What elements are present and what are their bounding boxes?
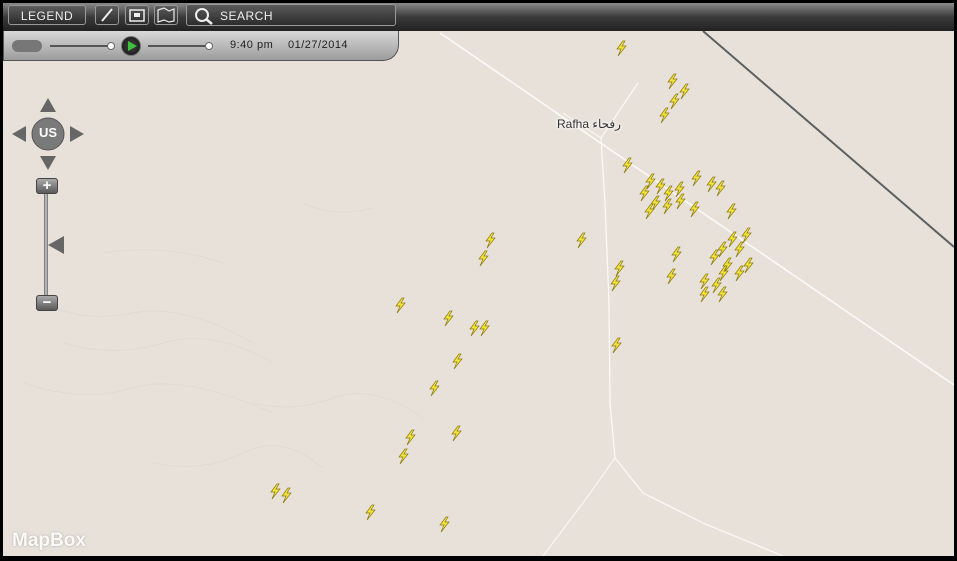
frame-tool-button[interactable] — [125, 5, 149, 25]
search-icon — [195, 8, 213, 25]
lightning-bolt-icon — [270, 483, 281, 500]
lightning-bolt-icon — [734, 265, 745, 282]
lightning-bolt-icon — [281, 487, 292, 504]
speed-slider-knob[interactable] — [107, 42, 115, 50]
lightning-bolt-icon — [671, 246, 682, 263]
play-icon — [128, 41, 137, 51]
lightning-bolt-icon — [452, 353, 463, 370]
zoom-slider-handle[interactable] — [48, 236, 64, 254]
pan-up-arrow[interactable] — [40, 98, 56, 112]
lightning-strikes-layer — [270, 40, 754, 533]
time-display: 9:40 pm — [230, 39, 274, 51]
lightning-bolt-icon — [691, 170, 702, 187]
time-slider-track[interactable] — [148, 45, 210, 47]
play-button[interactable] — [121, 36, 141, 56]
map-attribution: MapBox — [12, 530, 86, 551]
lightning-bolt-icon — [727, 231, 738, 248]
region-label[interactable]: US — [39, 125, 57, 140]
lightning-bolt-icon — [576, 232, 587, 249]
lightning-bolt-icon — [451, 425, 462, 442]
lightning-bolt-icon — [485, 232, 496, 249]
search-label: SEARCH — [220, 9, 274, 23]
pencil-icon — [101, 8, 113, 22]
lightning-bolt-icon — [479, 320, 490, 337]
map-canvas[interactable] — [3, 3, 954, 556]
legend-button[interactable]: LEGEND — [8, 5, 86, 25]
playback-toggle[interactable] — [12, 40, 42, 52]
lightning-bolt-icon — [659, 107, 670, 124]
lightning-bolt-icon — [669, 93, 680, 110]
pan-right-arrow[interactable] — [70, 126, 84, 142]
pencil-tool-button[interactable] — [95, 5, 119, 25]
lightning-bolt-icon — [699, 286, 710, 303]
lightning-bolt-icon — [439, 516, 450, 533]
time-slider-bar: 9:40 pm 01/27/2014 — [3, 31, 399, 61]
frame-icon — [129, 9, 145, 22]
lightning-bolt-icon — [611, 337, 622, 354]
local-road — [542, 457, 616, 556]
lightning-bolt-icon — [469, 320, 480, 337]
lightning-bolt-icon — [717, 286, 728, 303]
lightning-bolt-icon — [743, 257, 754, 274]
zoom-out-button[interactable]: − — [36, 295, 58, 311]
lightning-bolt-icon — [429, 380, 440, 397]
lightning-bolt-icon — [711, 277, 722, 294]
map-pin-icon — [157, 7, 175, 23]
lightning-bolt-icon — [709, 249, 720, 266]
search-button[interactable]: SEARCH — [186, 4, 396, 26]
border-line — [702, 30, 954, 248]
lightning-bolt-icon — [405, 429, 416, 446]
lightning-bolt-icon — [443, 310, 454, 327]
speed-slider-track[interactable] — [50, 45, 112, 47]
lightning-bolt-icon — [726, 203, 737, 220]
city-label: Rafha رفحاء — [557, 117, 621, 131]
lightning-bolt-icon — [614, 260, 625, 277]
lightning-bolt-icon — [365, 504, 376, 521]
lightning-bolt-icon — [616, 40, 627, 57]
zoom-in-button[interactable]: + — [36, 178, 58, 194]
pan-left-arrow[interactable] — [12, 126, 26, 142]
lightning-bolt-icon — [715, 180, 726, 197]
lightning-bolt-icon — [622, 157, 633, 174]
map-pin-tool-button[interactable] — [154, 5, 178, 25]
lightning-bolt-icon — [478, 250, 489, 267]
lightning-bolt-icon — [662, 198, 673, 215]
secondary-road — [600, 82, 784, 556]
lightning-bolt-icon — [667, 73, 678, 90]
lightning-bolt-icon — [644, 203, 655, 220]
time-slider-knob[interactable] — [205, 42, 213, 50]
map-view[interactable] — [3, 3, 954, 556]
lightning-bolt-icon — [666, 268, 677, 285]
terrain-texture — [22, 202, 424, 469]
date-display: 01/27/2014 — [288, 39, 349, 51]
lightning-bolt-icon — [610, 275, 621, 292]
lightning-bolt-icon — [679, 83, 690, 100]
pan-down-arrow[interactable] — [40, 156, 56, 170]
lightning-bolt-icon — [734, 241, 745, 258]
lightning-bolt-icon — [706, 176, 717, 193]
lightning-bolt-icon — [398, 448, 409, 465]
lightning-bolt-icon — [395, 297, 406, 314]
